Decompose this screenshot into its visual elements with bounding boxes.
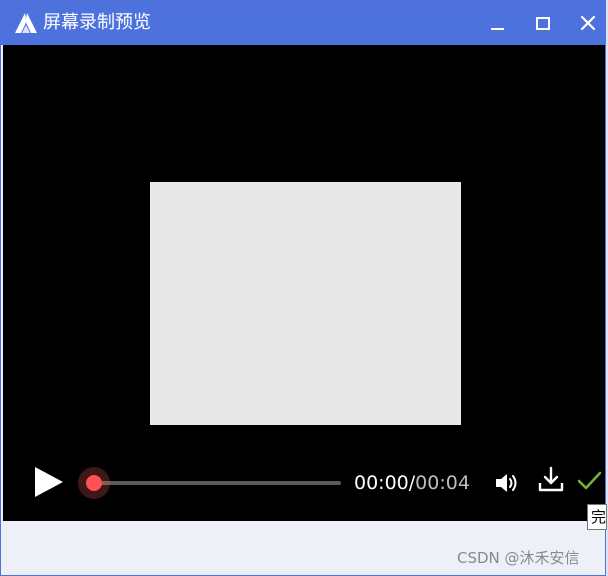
preview-window: 屏幕录制预览 00:00/00:04 完 CSDN @沐禾安信 (0, 0, 607, 576)
seek-handle[interactable] (78, 467, 110, 499)
volume-icon (496, 474, 517, 492)
seek-bar[interactable] (95, 481, 341, 485)
volume-button[interactable] (493, 469, 521, 497)
total-duration: 00:04 (415, 472, 470, 494)
current-time: 00:00 (354, 472, 409, 494)
window-title: 屏幕录制预览 (43, 12, 151, 33)
close-icon (580, 15, 596, 31)
watermark-text: CSDN @沐禾安信 (457, 549, 580, 567)
download-button[interactable] (537, 465, 565, 495)
download-icon (538, 466, 564, 492)
play-button[interactable] (33, 465, 65, 499)
seek-handle-dot (86, 475, 102, 491)
tooltip: 完 (587, 504, 607, 530)
confirm-button[interactable] (575, 467, 603, 495)
maximize-icon (536, 17, 550, 30)
player-controls: 00:00/00:04 (3, 455, 605, 515)
play-icon (35, 467, 63, 497)
video-player[interactable]: 00:00/00:04 (3, 45, 605, 521)
video-frame (150, 182, 461, 425)
checkmark-icon (577, 471, 602, 490)
close-button[interactable] (576, 11, 600, 35)
minimize-icon (491, 28, 504, 30)
app-logo-icon (14, 12, 38, 34)
minimize-button[interactable] (485, 11, 509, 35)
title-bar[interactable]: 屏幕录制预览 (1, 1, 605, 45)
maximize-button[interactable] (531, 11, 555, 35)
time-display: 00:00/00:04 (354, 471, 470, 495)
